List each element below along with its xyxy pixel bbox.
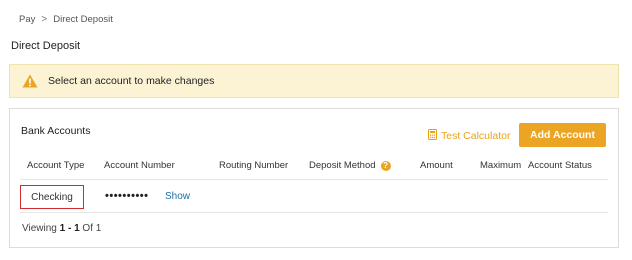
pagination-of: Of xyxy=(82,223,93,234)
pagination-total: 1 xyxy=(95,223,102,234)
column-header-account-type: Account Type xyxy=(27,160,85,171)
help-icon[interactable]: ? xyxy=(380,160,391,171)
page-title: Direct Deposit xyxy=(11,40,81,52)
row-divider xyxy=(20,212,608,213)
warning-alert: Select an account to make changes xyxy=(9,64,619,98)
alert-text: Select an account to make changes xyxy=(48,75,215,87)
account-type-cell[interactable]: Checking xyxy=(20,185,84,209)
header-divider xyxy=(20,179,608,180)
bank-accounts-card: Bank Accounts Test Calculator Add Accoun… xyxy=(9,108,619,248)
breadcrumb-pay-link[interactable]: Pay xyxy=(19,14,35,25)
column-header-amount: Amount xyxy=(420,160,453,171)
column-header-account-number: Account Number xyxy=(104,160,175,171)
warning-icon xyxy=(22,74,38,88)
breadcrumb-current: Direct Deposit xyxy=(53,14,113,25)
bank-accounts-title: Bank Accounts xyxy=(21,125,91,137)
breadcrumb: Pay > Direct Deposit xyxy=(19,14,113,25)
show-account-number-link[interactable]: Show xyxy=(165,191,190,202)
breadcrumb-separator: > xyxy=(41,14,48,25)
add-account-button[interactable]: Add Account xyxy=(519,123,606,147)
account-number-masked: •••••••••• xyxy=(105,190,149,202)
calculator-icon xyxy=(428,129,437,143)
pagination-prefix: Viewing xyxy=(22,223,57,234)
test-calculator-label: Test Calculator xyxy=(441,130,511,142)
test-calculator-link[interactable]: Test Calculator xyxy=(428,129,510,143)
column-header-routing-number: Routing Number xyxy=(219,160,289,171)
deposit-method-label: Deposit Method xyxy=(309,160,376,171)
column-header-maximum: Maximum xyxy=(480,160,522,171)
column-header-deposit-method: Deposit Method ? xyxy=(309,160,391,171)
pagination-range: 1 - 1 xyxy=(59,223,80,234)
pagination-summary: Viewing 1 - 1 Of 1 xyxy=(22,223,101,234)
column-header-account-status: Account Status xyxy=(528,160,592,171)
